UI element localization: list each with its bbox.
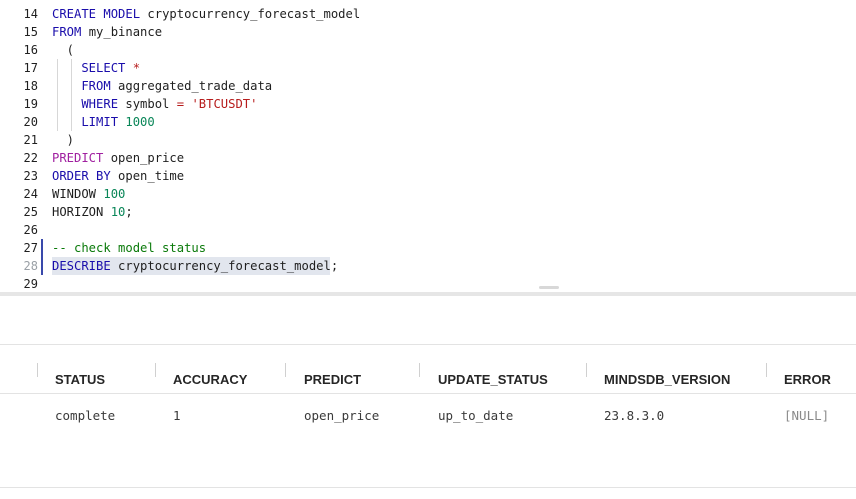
line-number: 16 — [23, 43, 38, 57]
code-text[interactable]: FROM my_binance — [52, 23, 162, 41]
line-number: 14 — [23, 7, 38, 21]
code-token: cryptocurrency_forecast_model; — [118, 259, 339, 273]
column-header-update-status[interactable]: UPDATE_STATUS — [438, 371, 548, 389]
code-line[interactable]: 20 LIMIT 1000 — [0, 113, 856, 131]
column-header-error[interactable]: ERROR — [784, 371, 831, 389]
column-header-predict[interactable]: PREDICT — [304, 371, 361, 389]
line-number: 20 — [23, 115, 38, 129]
code-token: symbol — [125, 97, 177, 111]
code-line[interactable]: 28 DESCRIBE cryptocurrency_forecast_model… — [0, 257, 856, 275]
column-header-status[interactable]: STATUS — [55, 371, 105, 389]
column-header-mindsdb-version[interactable]: MINDSDB_VERSION — [604, 371, 730, 389]
code-line[interactable]: 22 PREDICT open_price — [0, 149, 856, 167]
line-number: 29 — [23, 277, 38, 291]
code-line[interactable]: 17 SELECT * — [0, 59, 856, 77]
cell-predict[interactable]: open_price — [304, 407, 379, 425]
line-number: 22 — [23, 151, 38, 165]
column-header-accuracy[interactable]: ACCURACY — [173, 371, 247, 389]
results-panel: STATUS ACCURACY PREDICT UPDATE_STATUS MI… — [0, 296, 856, 499]
line-number: 18 — [23, 79, 38, 93]
code-text[interactable]: WINDOW 100 — [52, 185, 125, 203]
column-separator[interactable] — [419, 363, 420, 377]
line-number: 15 — [23, 25, 38, 39]
cell-mindsdb-version[interactable]: 23.8.3.0 — [604, 407, 664, 425]
code-text[interactable]: -- check model status — [52, 239, 206, 257]
code-line[interactable]: 25 HORIZON 10; — [0, 203, 856, 221]
code-token: WHERE — [52, 97, 126, 111]
splitter-grip-handle[interactable] — [539, 286, 559, 289]
cell-status[interactable]: complete — [55, 407, 115, 425]
code-token: DESCRIBE — [52, 259, 119, 273]
cell-error[interactable]: [NULL] — [784, 407, 829, 425]
code-token: -- check model status — [52, 241, 207, 255]
code-line[interactable]: 14 CREATE MODEL cryptocurrency_forecast_m… — [0, 5, 856, 23]
sql-editor[interactable]: 14 CREATE MODEL cryptocurrency_forecast_m… — [0, 0, 856, 292]
code-line[interactable]: 18 FROM aggregated_trade_data — [0, 77, 856, 95]
code-token: ) — [52, 133, 75, 147]
code-token: ( — [52, 43, 75, 57]
code-text[interactable]: LIMIT 1000 — [52, 113, 155, 131]
column-separator[interactable] — [37, 363, 38, 377]
code-text[interactable]: PREDICT open_price — [52, 149, 184, 167]
code-line[interactable]: 24 WINDOW 100 — [0, 185, 856, 203]
results-top-border — [0, 344, 856, 345]
line-number: 19 — [23, 97, 38, 111]
code-token: LIMIT — [52, 115, 126, 129]
line-number: 21 — [23, 133, 38, 147]
code-token: 'BTCUSDT' — [191, 97, 258, 111]
line-number: 28 — [23, 259, 38, 273]
code-line[interactable]: 23 ORDER BY open_time — [0, 167, 856, 185]
header-row-border — [0, 393, 856, 394]
code-token: FROM — [52, 79, 119, 93]
code-token: WINDOW — [52, 187, 104, 201]
code-token: my_binance — [88, 25, 163, 39]
line-number: 17 — [23, 61, 38, 75]
code-token: open_time — [118, 169, 185, 183]
column-separator[interactable] — [766, 363, 767, 377]
cell-accuracy[interactable]: 1 — [173, 407, 181, 425]
cell-update-status[interactable]: up_to_date — [438, 407, 513, 425]
line-number: 27 — [23, 241, 38, 255]
code-text[interactable]: SELECT * — [52, 59, 140, 77]
code-line[interactable]: 26 — [0, 221, 856, 239]
code-token: SELECT — [52, 61, 133, 75]
code-text[interactable]: FROM aggregated_trade_data — [52, 77, 272, 95]
code-token: HORIZON — [52, 205, 111, 219]
column-separator[interactable] — [285, 363, 286, 377]
column-separator[interactable] — [155, 363, 156, 377]
code-text[interactable]: WHERE symbol = 'BTCUSDT' — [52, 95, 257, 113]
line-number: 24 — [23, 187, 38, 201]
code-text[interactable]: DESCRIBE cryptocurrency_forecast_model; — [52, 257, 338, 275]
code-text[interactable]: ) — [52, 131, 74, 149]
code-token: 100 — [103, 187, 126, 201]
code-token: * — [132, 61, 141, 75]
code-token: open_price — [110, 151, 185, 165]
line-number: 23 — [23, 169, 38, 183]
code-token: = — [176, 97, 192, 111]
column-separator[interactable] — [586, 363, 587, 377]
code-token: 10 — [110, 205, 126, 219]
code-text[interactable]: ( — [52, 41, 74, 59]
code-line[interactable]: 27 -- check model status — [0, 239, 856, 257]
code-text[interactable]: CREATE MODEL cryptocurrency_forecast_mod… — [52, 5, 360, 23]
code-token: aggregated_trade_data — [118, 79, 273, 93]
code-text[interactable]: ORDER BY open_time — [52, 167, 184, 185]
code-line[interactable]: 29 — [0, 275, 856, 292]
results-bottom-border — [0, 487, 856, 488]
line-number: 25 — [23, 205, 38, 219]
code-token: CREATE MODEL — [52, 7, 148, 21]
code-text[interactable]: HORIZON 10; — [52, 203, 133, 221]
code-line[interactable]: 15 FROM my_binance — [0, 23, 856, 41]
code-line[interactable]: 21 ) — [0, 131, 856, 149]
line-number: 26 — [23, 223, 38, 237]
code-token: ; — [125, 205, 133, 219]
code-token: cryptocurrency_forecast_model — [147, 7, 361, 21]
code-token: 1000 — [125, 115, 155, 129]
code-line[interactable]: 16 ( — [0, 41, 856, 59]
code-line[interactable]: 19 WHERE symbol = 'BTCUSDT' — [0, 95, 856, 113]
code-token: FROM — [52, 25, 89, 39]
code-token: PREDICT — [52, 151, 111, 165]
code-token: ORDER BY — [52, 169, 119, 183]
